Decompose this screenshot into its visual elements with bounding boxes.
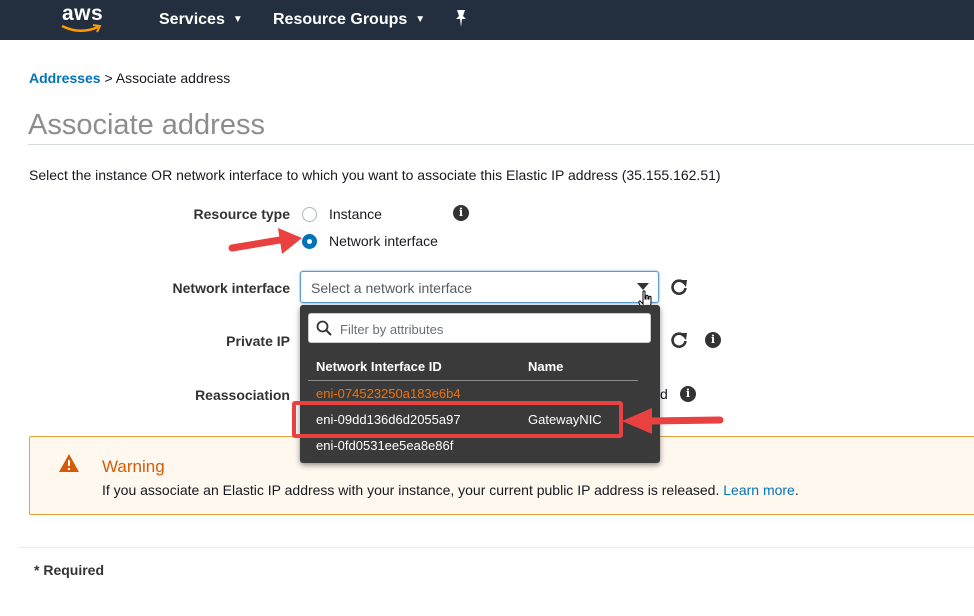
annotation-highlight-box [292, 401, 623, 438]
footer-divider [18, 547, 974, 548]
warning-end: . [794, 482, 799, 498]
learn-more-link[interactable]: Learn more [723, 482, 795, 498]
radio-instance[interactable] [302, 207, 317, 222]
resource-groups-menu[interactable]: Resource Groups ▼ [273, 11, 425, 29]
search-icon [316, 320, 332, 336]
radio-network-interface[interactable] [302, 234, 317, 249]
network-interface-dropdown: Filter by attributes Network Interface I… [300, 305, 660, 463]
header-divider [308, 380, 638, 381]
radio-network-interface-label[interactable]: Network interface [329, 233, 438, 249]
caret-down-icon [637, 283, 649, 290]
aws-logo-text: aws [62, 2, 104, 25]
chevron-down-icon: ▼ [415, 14, 426, 25]
select-placeholder: Select a network interface [311, 280, 473, 296]
column-header-id: Network Interface ID [316, 359, 442, 374]
network-interface-label: Network interface [172, 280, 290, 296]
breadcrumb-current: Associate address [115, 70, 231, 86]
radio-instance-label[interactable]: Instance [329, 206, 382, 222]
annotation-arrow-icon [228, 228, 302, 254]
annotation-arrow-icon [622, 408, 724, 434]
breadcrumb-separator: > [104, 70, 113, 86]
refresh-icon[interactable] [669, 330, 689, 350]
resource-type-label: Resource type [193, 206, 290, 222]
private-ip-label: Private IP [226, 333, 290, 349]
breadcrumb-addresses-link[interactable]: Addresses [29, 70, 101, 86]
warning-message: If you associate an Elastic IP address w… [102, 482, 720, 498]
title-divider [28, 144, 974, 145]
warning-title: Warning [102, 457, 165, 476]
filter-placeholder: Filter by attributes [340, 322, 444, 337]
top-nav-bar: aws Services ▼ Resource Groups ▼ [0, 0, 974, 40]
required-note: * Required [34, 562, 105, 578]
info-icon[interactable]: i [453, 205, 469, 221]
refresh-icon[interactable] [669, 277, 689, 297]
services-menu[interactable]: Services ▼ [159, 11, 243, 29]
chevron-down-icon: ▼ [232, 14, 243, 25]
dropdown-option-id[interactable]: eni-0fd0531ee5ea8e86f [316, 438, 453, 453]
page-title: Associate address [28, 109, 265, 141]
reassociation-label: Reassociation [195, 387, 290, 403]
filter-input[interactable]: Filter by attributes [308, 313, 651, 343]
warning-text: If you associate an Elastic IP address w… [102, 482, 799, 498]
aws-logo[interactable]: aws [58, 0, 106, 36]
services-label: Services [159, 11, 225, 28]
aws-smile-icon [61, 24, 102, 33]
info-icon[interactable]: i [705, 332, 721, 348]
pin-icon[interactable] [454, 9, 468, 29]
page-description: Select the instance OR network interface… [29, 167, 721, 183]
reassociation-checkbox-label: d [660, 386, 668, 402]
warning-icon [59, 454, 79, 472]
resource-groups-label: Resource Groups [273, 11, 408, 28]
dropdown-option-id[interactable]: eni-074523250a183e6b4 [316, 386, 461, 401]
column-header-name: Name [528, 359, 564, 374]
info-icon[interactable]: i [680, 386, 696, 402]
breadcrumb: Addresses > Associate address [29, 70, 230, 86]
network-interface-select[interactable]: Select a network interface [300, 271, 659, 303]
